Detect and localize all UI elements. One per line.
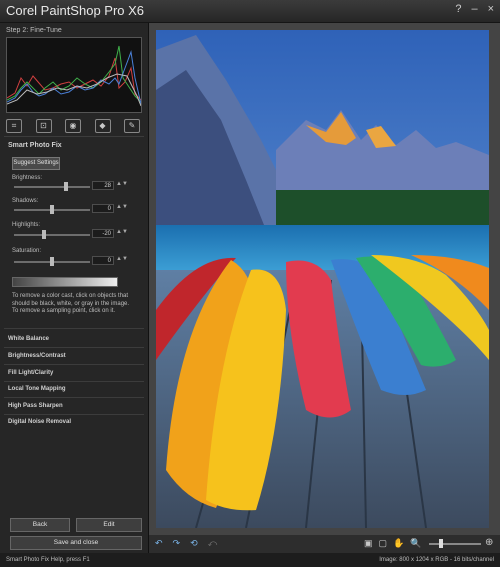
highlights-spinner-icon[interactable]: ▲▼ [116,229,128,235]
zoom-tool-icon[interactable]: 🔍 [410,538,421,549]
suggest-settings-button[interactable]: Suggest Settings [12,157,60,170]
saturation-spinner-icon[interactable]: ▲▼ [116,256,128,262]
divider [4,136,144,137]
straighten-tool-icon[interactable]: ⊡ [35,119,52,133]
zoom-in-icon[interactable]: ⊕ [485,537,493,548]
section-white-balance[interactable]: White Balance [8,336,49,342]
highlights-slider[interactable] [14,230,90,239]
histogram-green [7,45,141,103]
preview-image[interactable] [156,30,489,528]
histogram [6,37,142,113]
status-image-info: Image: 800 x 1204 x RGB - 16 bits/channe… [379,557,494,563]
divider [4,328,144,329]
section-fill-light-clarity[interactable]: Fill Light/Clarity [8,370,53,376]
section-digital-noise-removal[interactable]: Digital Noise Removal [8,419,71,425]
tool-row: ⌗ ⊡ ◉ ◆ ✎ [6,119,140,133]
minimize-button[interactable]: – [471,3,477,15]
makeover-tool-icon[interactable]: ◆ [94,119,111,133]
step-title: Step 2: Fine-Tune [6,27,62,34]
view-tools: ▣ ▢ ✋ 🔍 [364,538,421,549]
divider [4,397,144,398]
divider [4,414,144,415]
shadows-slider[interactable] [14,205,90,214]
clone-brush-icon[interactable]: ✎ [124,119,140,133]
single-view-icon[interactable]: ▢ [379,538,388,549]
title-bar: Corel PaintShop Pro X6 ? – × [0,0,500,23]
undo-icon[interactable]: ↶ [155,538,163,549]
brightness-label: Brightness: [12,175,43,181]
divider [4,347,144,348]
back-button[interactable]: Back [10,518,70,532]
highlights-label: Highlights: [12,222,41,228]
forest [276,190,489,230]
left-panel: Step 2: Fine-Tune ⌗ ⊡ ◉ ◆ ✎ Smart Photo … [0,23,149,553]
highlights-slider-thumb[interactable] [42,230,46,239]
zoom-slider[interactable] [429,539,481,548]
highlights-value[interactable]: -20 [92,229,114,238]
divider [4,381,144,382]
section-brightness-contrast[interactable]: Brightness/Contrast [8,353,66,359]
black-white-gradient[interactable] [12,277,118,287]
compare-view-icon[interactable]: ▣ [364,538,373,549]
pan-tool-icon[interactable]: ✋ [393,538,404,549]
color-cast-instruction: To remove a color cast, click on objects… [12,293,130,314]
history-icon[interactable]: ⤺ [208,538,218,549]
preview-toolbar: ↶ ↷ ⟲ ⤺ ▣ ▢ ✋ 🔍 ⊕ [149,535,500,553]
save-and-close-button[interactable]: Save and close [10,536,142,550]
brightness-value[interactable]: 28 [92,181,114,190]
section-high-pass-sharpen[interactable]: High Pass Sharpen [8,403,63,409]
shadows-slider-thumb[interactable] [50,205,54,214]
redo-icon[interactable]: ↷ [173,538,181,549]
zoom-slider-thumb[interactable] [439,539,443,548]
edit-button[interactable]: Edit [76,518,142,532]
red-eye-tool-icon[interactable]: ◉ [65,119,81,133]
divider [4,364,144,365]
saturation-label: Saturation: [12,248,42,254]
shadows-value[interactable]: 0 [92,204,114,213]
brightness-slider-thumb[interactable] [64,182,68,191]
status-help-text: Smart Photo Fix Help, press F1 [6,557,90,563]
shadows-spinner-icon[interactable]: ▲▼ [116,204,128,210]
help-button[interactable]: ? [455,3,461,15]
section-local-tone-mapping[interactable]: Local Tone Mapping [8,386,66,392]
crop-tool-icon[interactable]: ⌗ [6,119,22,133]
undo-redo-group: ↶ ↷ ⟲ ⤺ [155,538,217,549]
window-controls: ? – × [455,3,494,15]
brightness-slider[interactable] [14,182,90,191]
saturation-value[interactable]: 0 [92,256,114,265]
saturation-slider[interactable] [14,257,90,266]
saturation-slider-thumb[interactable] [50,257,54,266]
brightness-spinner-icon[interactable]: ▲▼ [116,181,128,187]
app-title: Corel PaintShop Pro X6 [6,3,145,18]
status-bar: Smart Photo Fix Help, press F1 Image: 80… [0,553,500,567]
reset-icon[interactable]: ⟲ [190,538,198,549]
shadows-label: Shadows: [12,198,39,204]
smart-photo-fix-title: Smart Photo Fix [8,142,62,149]
close-button[interactable]: × [488,3,494,15]
